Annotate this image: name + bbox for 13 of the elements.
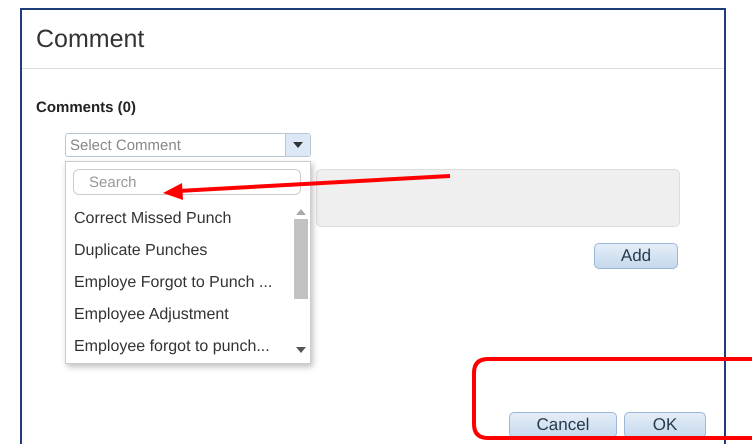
ok-button[interactable]: OK [624,412,706,438]
dropdown-item[interactable]: Employe Forgot to Punch ... [66,267,292,299]
search-field[interactable]: Search [73,169,301,195]
dialog-title: Comment [36,24,144,54]
cancel-button[interactable]: Cancel [509,412,617,438]
dropdown-item[interactable]: Employee Adjustment [66,299,292,331]
add-button[interactable]: Add [594,243,678,269]
dropdown-item[interactable]: Correct Missed Punch [66,203,292,235]
select-comment-dropdown[interactable]: Select Comment [65,133,311,157]
dropdown-item[interactable]: Duplicate Punches [66,235,292,267]
comments-label: Comments (0) [36,99,138,116]
dropdown-item[interactable]: Employee forgot to punch... [66,331,292,363]
select-placeholder: Select Comment [69,136,182,156]
